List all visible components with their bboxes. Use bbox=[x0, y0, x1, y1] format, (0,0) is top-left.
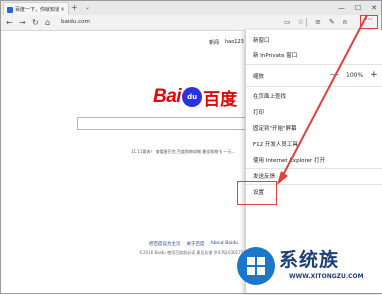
watermark-logo: 系统族 WWW.XITONGZU.COM bbox=[235, 241, 381, 293]
watermark-text: 系统族 bbox=[279, 249, 340, 271]
windows-logo-icon bbox=[237, 247, 275, 285]
browser-window: 百度一下，你就知道 × + ⌄ — ☐ ✕ ← → ↻ ⌂ baidu.com … bbox=[0, 0, 382, 294]
watermark-url: WWW.XITONGZU.COM bbox=[289, 273, 364, 280]
